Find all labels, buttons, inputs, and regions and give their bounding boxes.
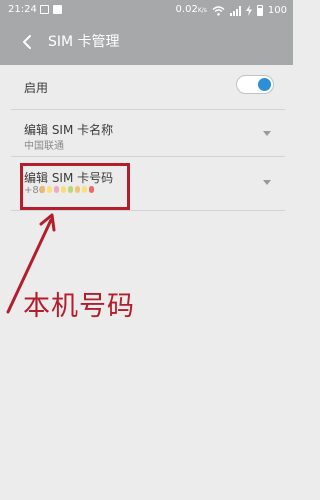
sim-name-row[interactable]: 编辑 SIM 卡名称 中国联通 xyxy=(11,109,285,157)
app-bar: SIM 卡管理 xyxy=(0,20,293,65)
notification-icons xyxy=(40,5,62,14)
sim-name-value: 中国联通 xyxy=(24,141,64,152)
status-bar: 21:24 0.02K/s 100 xyxy=(0,0,293,20)
toggle-knob xyxy=(258,78,271,91)
status-right: 0.02K/s 100 xyxy=(176,0,287,21)
signal-icon xyxy=(229,5,241,16)
chevron-down-icon[interactable] xyxy=(263,180,271,185)
data-speed: 0.02K/s xyxy=(176,0,207,21)
enable-label: 启用 xyxy=(24,81,49,95)
battery-icon xyxy=(256,5,263,16)
enable-row[interactable]: 启用 xyxy=(11,65,285,110)
sim-name-label: 编辑 SIM 卡名称 xyxy=(24,123,114,137)
charging-icon xyxy=(245,5,252,16)
notification-icon xyxy=(53,5,62,14)
enable-toggle[interactable] xyxy=(236,75,274,94)
back-arrow-icon[interactable] xyxy=(18,32,38,52)
battery-level: 100 xyxy=(267,4,287,16)
data-speed-value: 0.02 xyxy=(175,4,198,15)
status-time: 21:24 xyxy=(8,4,37,15)
gallery-icon xyxy=(40,5,49,14)
annotation-label: 本机号码 xyxy=(23,291,135,322)
wifi-icon xyxy=(212,5,225,16)
chevron-down-icon[interactable] xyxy=(263,131,271,136)
page-title: SIM 卡管理 xyxy=(48,34,120,50)
data-speed-unit: K/s xyxy=(197,7,207,14)
